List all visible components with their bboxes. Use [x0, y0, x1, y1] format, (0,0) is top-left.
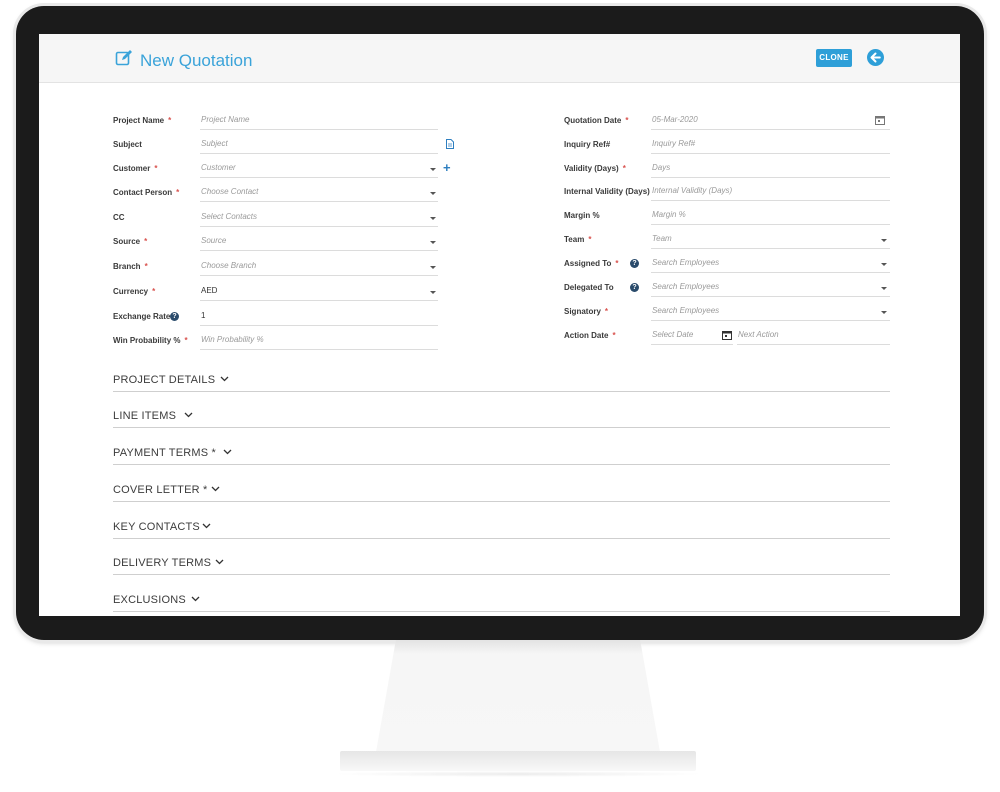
help-icon[interactable]: ?: [630, 259, 639, 268]
signatory-select[interactable]: Search Employees: [651, 305, 890, 321]
section-title: LINE ITEMS: [113, 410, 177, 422]
monitor-shadow: [330, 771, 706, 777]
field-delegated-to: Delegated To ? Search Employees: [39, 282, 960, 302]
monitor-base: [340, 751, 696, 771]
required-marker: *: [588, 235, 592, 244]
section-title: EXCLUSIONS: [113, 594, 186, 606]
section-title: PROJECT DETAILS: [113, 374, 216, 386]
field-label: Internal Validity (Days): [564, 187, 650, 196]
field-quotation-date: Quotation Date * 05-Mar-2020: [39, 115, 960, 135]
chevron-down-icon: [881, 239, 887, 242]
field-label: Validity (Days): [564, 164, 619, 173]
field-signatory: Signatory * Search Employees: [39, 306, 960, 326]
help-icon[interactable]: ?: [630, 283, 639, 292]
required-marker: *: [604, 307, 609, 316]
quotation-date-input[interactable]: 05-Mar-2020: [651, 114, 890, 130]
next-action-input[interactable]: Next Action: [737, 329, 890, 345]
section-cover-letter[interactable]: COVER LETTER *: [113, 482, 890, 502]
chevron-down-icon: [881, 287, 887, 290]
chevron-down-icon: [223, 449, 232, 455]
section-exclusions[interactable]: EXCLUSIONS: [113, 592, 890, 612]
required-marker: *: [625, 116, 629, 125]
edit-icon: [115, 49, 133, 72]
chevron-down-icon: [202, 523, 211, 529]
section-payment-terms[interactable]: PAYMENT TERMS *: [113, 445, 890, 465]
field-label: Action Date: [564, 331, 609, 340]
chevron-down-icon: [881, 263, 887, 266]
delegated-to-select[interactable]: Search Employees: [651, 281, 890, 297]
monitor-stand: [376, 640, 660, 752]
calendar-icon[interactable]: [722, 330, 732, 340]
section-title: COVER LETTER *: [113, 484, 208, 496]
chevron-down-icon: [215, 559, 224, 565]
calendar-icon[interactable]: [875, 115, 885, 125]
chevron-down-icon: [881, 311, 887, 314]
clone-button[interactable]: CLONE: [816, 49, 852, 67]
chevron-down-icon: [211, 486, 220, 492]
internal-validity-input[interactable]: Internal Validity (Days): [651, 185, 890, 201]
inquiry-ref-input[interactable]: Inquiry Ref#: [651, 138, 890, 154]
page-header: New Quotation CLONE: [39, 34, 960, 83]
required-marker: *: [622, 164, 626, 173]
required-marker: *: [615, 259, 619, 268]
field-label: Inquiry Ref#: [564, 140, 611, 149]
section-line-items[interactable]: LINE ITEMS: [113, 408, 890, 428]
chevron-down-icon: [220, 376, 229, 382]
action-date-input[interactable]: Select Date: [651, 329, 733, 345]
field-team: Team * Team: [39, 234, 960, 254]
field-inquiry-ref: Inquiry Ref# Inquiry Ref#: [39, 139, 960, 159]
app-screen: New Quotation CLONE Project Name * Projec…: [39, 34, 960, 616]
field-validity: Validity (Days) * Days: [39, 163, 960, 183]
field-action-date: Action Date * Select Date Next Action: [39, 330, 960, 350]
field-label: Team: [564, 235, 585, 244]
section-title: KEY CONTACTS: [113, 521, 200, 533]
section-project-details[interactable]: PROJECT DETAILS: [113, 372, 890, 392]
section-title: DELIVERY TERMS: [113, 557, 212, 569]
field-label: Assigned To: [564, 259, 612, 268]
margin-input[interactable]: Margin %: [651, 209, 890, 225]
field-label: Margin %: [564, 211, 600, 220]
section-delivery-terms[interactable]: DELIVERY TERMS: [113, 555, 890, 575]
back-button[interactable]: [867, 49, 884, 66]
page-title: New Quotation: [140, 50, 253, 70]
field-assigned-to: Assigned To * ? Search Employees: [39, 258, 960, 278]
title-group: New Quotation: [115, 49, 252, 72]
field-label: Quotation Date: [564, 116, 622, 125]
field-internal-validity: Internal Validity (Days) Internal Validi…: [39, 186, 960, 206]
chevron-down-icon: [184, 412, 193, 418]
team-select[interactable]: Team: [651, 233, 890, 249]
section-key-contacts[interactable]: KEY CONTACTS: [113, 519, 890, 539]
field-label: Signatory: [564, 307, 601, 316]
field-margin: Margin % Margin %: [39, 210, 960, 230]
section-title: PAYMENT TERMS *: [113, 447, 217, 459]
required-marker: *: [612, 331, 616, 340]
chevron-down-icon: [191, 596, 200, 602]
field-label: Delegated To: [564, 283, 614, 292]
validity-days-input[interactable]: Days: [651, 162, 890, 178]
assigned-to-select[interactable]: Search Employees: [651, 257, 890, 273]
arrow-left-circle-icon: [870, 52, 881, 63]
